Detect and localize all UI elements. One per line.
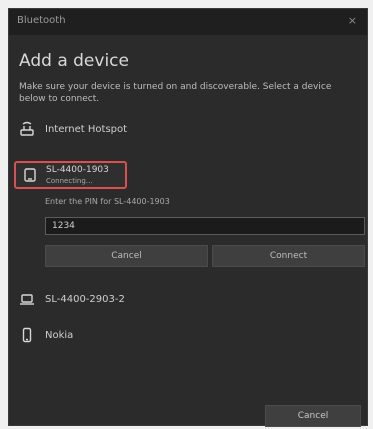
dialog-subtitle: Make sure your device is turned on and d… bbox=[19, 82, 332, 104]
device-label: Nokia bbox=[45, 329, 74, 341]
pin-label: Enter the PIN for SL-4400-1903 bbox=[45, 197, 170, 206]
close-icon[interactable]: × bbox=[348, 14, 357, 27]
window-title: Bluetooth bbox=[17, 15, 66, 26]
cancel-button[interactable]: Cancel bbox=[45, 245, 208, 267]
pin-input[interactable]: 1234 bbox=[45, 217, 365, 235]
device-label: Internet Hotspot bbox=[45, 123, 128, 135]
add-device-dialog: Bluetooth × Add a device Make sure your … bbox=[8, 8, 368, 427]
device-status: Connecting… bbox=[46, 177, 93, 185]
device-item-nokia[interactable]: Nokia bbox=[19, 327, 73, 343]
dialog-cancel-button[interactable]: Cancel bbox=[265, 405, 361, 427]
device-label: SL-4400-2903-2 bbox=[45, 293, 125, 305]
page-title: Add a device bbox=[19, 51, 129, 71]
laptop-icon bbox=[19, 291, 35, 307]
connect-button[interactable]: Connect bbox=[212, 245, 365, 267]
phone-icon bbox=[19, 327, 35, 343]
device-item-internet-hotspot[interactable]: Internet Hotspot bbox=[19, 121, 127, 137]
tablet-icon bbox=[22, 167, 38, 183]
wifi-router-icon bbox=[19, 121, 35, 137]
device-item-selected[interactable]: SL-4400-1903 Connecting… bbox=[14, 161, 127, 189]
device-item-sl-4400-2903-2[interactable]: SL-4400-2903-2 bbox=[19, 291, 125, 307]
device-label: SL-4400-1903 bbox=[46, 165, 109, 175]
title-bar[interactable]: Bluetooth × bbox=[9, 9, 367, 35]
